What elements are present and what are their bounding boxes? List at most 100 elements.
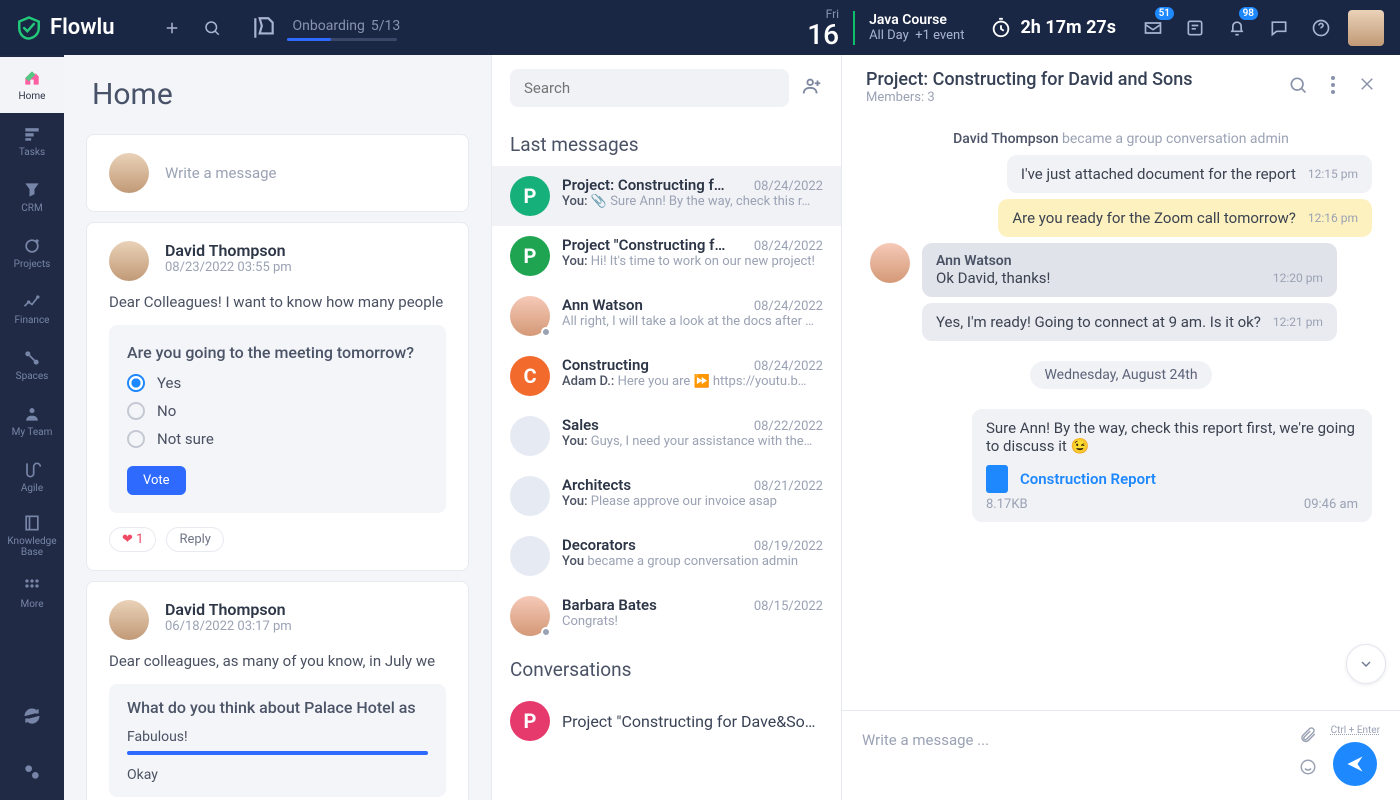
add-icon[interactable] — [155, 11, 189, 45]
poll-option[interactable]: No — [127, 402, 428, 420]
conversation-item[interactable]: Architects08/21/2022You: Please approve … — [492, 466, 841, 526]
messages-panel: Last messages PProject: Constructing f…0… — [492, 55, 842, 800]
calendar-separator — [853, 11, 855, 45]
bell-icon[interactable]: 98 — [1220, 11, 1254, 45]
nav-crm[interactable]: CRM — [0, 169, 64, 225]
nav-label: My Team — [12, 427, 53, 438]
nav-finance[interactable]: Finance — [0, 281, 64, 337]
chat-message-self[interactable]: Sure Ann! By the way, check this report … — [972, 409, 1372, 522]
add-group-icon[interactable] — [801, 75, 823, 101]
poll-answer[interactable]: Okay — [127, 767, 428, 783]
conversation-name: Ann Watson — [562, 296, 643, 314]
conversation-name: Project "Constructing f… — [562, 236, 725, 254]
nav-label: More — [20, 599, 43, 610]
post-body: Dear colleagues, as many of you know, in… — [109, 652, 446, 670]
chat-close-icon[interactable] — [1358, 75, 1376, 99]
vote-button[interactable]: Vote — [127, 466, 186, 495]
conversation-avatar — [510, 476, 550, 516]
conversation-name: Project "Constructing for Dave&So… — [562, 712, 823, 731]
compose-card[interactable]: Write a message — [86, 134, 469, 212]
system-message: David Thompson became a group conversati… — [870, 131, 1372, 147]
poll-option[interactable]: Yes — [127, 374, 428, 392]
nav-agile[interactable]: Agile — [0, 449, 64, 505]
chat-title: Project: Constructing for David and Sons — [866, 69, 1193, 90]
search-input[interactable] — [510, 69, 789, 107]
nav-home[interactable]: Home — [0, 57, 64, 113]
conversation-item[interactable]: CConstructing08/24/2022Adam D.: Here you… — [492, 346, 841, 406]
conversation-item[interactable]: Sales08/22/2022You: Guys, I need your as… — [492, 406, 841, 466]
conversation-avatar: P — [510, 701, 550, 741]
app-logo[interactable]: Flowlu — [16, 15, 115, 41]
date-separator: Wednesday, August 24th — [870, 361, 1372, 389]
chat-message[interactable]: Ann Watson Ok David, thanks!12:20 pm — [922, 243, 1337, 297]
conversation-avatar: P — [510, 236, 550, 276]
message-input[interactable] — [862, 725, 1285, 755]
compose-placeholder[interactable]: Write a message — [165, 164, 276, 182]
page-title: Home — [64, 55, 491, 124]
nav-projects[interactable]: Projects — [0, 225, 64, 281]
conversation-item[interactable]: Decorators08/19/2022You became a group c… — [492, 526, 841, 586]
timer-widget[interactable]: 2h 17m 27s — [990, 17, 1116, 39]
nav-refresh-icon[interactable] — [0, 688, 64, 744]
nav-label: Home — [19, 91, 46, 102]
post-author[interactable]: David Thompson — [165, 600, 292, 619]
presence-dot — [541, 327, 551, 337]
inbox-icon[interactable]: 51 — [1136, 11, 1170, 45]
conversation-item[interactable]: Barbara Bates08/15/2022Congrats! — [492, 586, 841, 646]
profile-avatar[interactable] — [1348, 10, 1384, 46]
feed-column: Home Write a message David Thompson 08/2… — [64, 55, 492, 800]
poll-answer[interactable]: Fabulous! — [127, 729, 428, 745]
feed-post: David Thompson 06/18/2022 03:17 pm Dear … — [86, 581, 469, 800]
poll-card: What do you think about Palace Hotel as … — [109, 684, 446, 797]
emoji-icon[interactable] — [1299, 758, 1317, 781]
onboarding-widget[interactable]: Onboarding5/13 — [251, 15, 401, 41]
nav-more[interactable]: More — [0, 565, 64, 621]
file-attachment[interactable]: Construction Report — [986, 465, 1358, 493]
chat-icon[interactable] — [1262, 11, 1296, 45]
like-chip[interactable]: ❤ 1 — [109, 527, 156, 552]
notes-icon[interactable] — [1178, 11, 1212, 45]
conversation-item[interactable]: PProject: Constructing f…08/24/2022You: … — [492, 166, 841, 226]
conversations-title: Conversations — [492, 646, 841, 691]
calendar-widget[interactable]: Fri 16 Java Course All Day +1 event — [807, 7, 964, 49]
conversation-item[interactable]: P Project "Constructing for Dave&So… — [492, 691, 841, 751]
scroll-down-button[interactable] — [1346, 644, 1386, 684]
send-button[interactable] — [1333, 742, 1377, 786]
nav-myteam[interactable]: My Team — [0, 393, 64, 449]
author-avatar[interactable] — [109, 241, 149, 281]
conversation-date: 08/19/2022 — [754, 539, 823, 554]
conversation-date: 08/24/2022 — [754, 239, 823, 254]
conversation-preview: Congrats! — [562, 614, 823, 629]
conversation-date: 08/24/2022 — [754, 179, 823, 194]
conversation-date: 08/21/2022 — [754, 479, 823, 494]
conversation-item[interactable]: P Project "Constructing f… 08/24/2022You: … — [492, 226, 841, 286]
author-avatar[interactable] — [109, 600, 149, 640]
chat-search-icon[interactable] — [1288, 75, 1308, 99]
post-date: 06/18/2022 03:17 pm — [165, 619, 292, 634]
nav-kb[interactable]: Knowledge Base — [0, 505, 64, 565]
conversation-item[interactable]: Ann Watson08/24/2022All right, I will ta… — [492, 286, 841, 346]
chat-message-self[interactable]: I've just attached document for the repo… — [1007, 155, 1372, 193]
chat-message-self[interactable]: Are you ready for the Zoom call tomorrow… — [998, 199, 1372, 237]
reply-chip[interactable]: Reply — [166, 527, 224, 552]
conversation-preview: You: Hi! It's time to work on our new pr… — [562, 254, 823, 269]
message-from: Ann Watson — [936, 253, 1323, 269]
attach-icon[interactable] — [1299, 725, 1317, 748]
nav-tasks[interactable]: Tasks — [0, 113, 64, 169]
chat-more-icon[interactable] — [1330, 75, 1336, 99]
radio-icon — [127, 430, 145, 448]
self-avatar — [109, 153, 149, 193]
search-icon[interactable] — [195, 11, 229, 45]
app-name: Flowlu — [50, 15, 115, 40]
sender-avatar[interactable] — [870, 243, 910, 283]
nav-label: Projects — [14, 259, 51, 270]
conversation-name: Project: Constructing f… — [562, 176, 725, 194]
post-author[interactable]: David Thompson — [165, 241, 292, 260]
poll-option[interactable]: Not sure — [127, 430, 428, 448]
help-icon[interactable] — [1304, 11, 1338, 45]
poll-bar — [127, 751, 428, 755]
nav-spaces[interactable]: Spaces — [0, 337, 64, 393]
message-time: 12:15 pm — [1308, 167, 1358, 181]
nav-settings-icon[interactable] — [0, 744, 64, 800]
chat-message[interactable]: Yes, I'm ready! Going to connect at 9 am… — [922, 303, 1337, 341]
